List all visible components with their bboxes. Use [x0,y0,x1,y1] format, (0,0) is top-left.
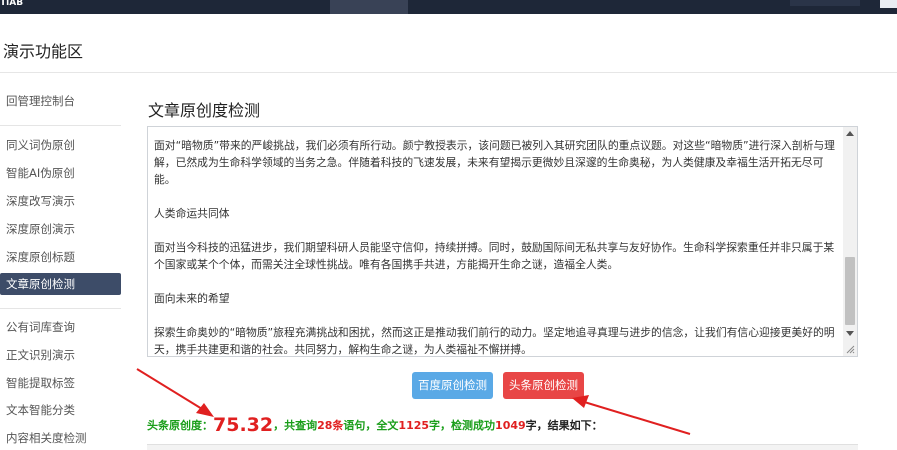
article-textarea[interactable]: 面对“暗物质”带来的严峻挑战，我们必须有所行动。颜宁教授表示，该问题已被列入其研… [147,126,858,357]
paragraph-heading: 人类命运共同体 [154,207,230,220]
sidebar-divider [0,308,121,309]
article-content[interactable]: 面对“暗物质”带来的严峻挑战，我们必须有所行动。颜宁教授表示，该问题已被列入其研… [154,137,840,356]
nav-right-button[interactable] [880,0,897,8]
sidebar-item-synonym-rewrite[interactable]: 同义词伪原创 [0,134,121,156]
toutiao-check-button[interactable]: 头条原创检测 [503,372,584,399]
result-text: 字，结果如下： [525,419,603,432]
sidebar-item-text-classification[interactable]: 文本智能分类 [0,399,121,421]
sidebar-item-ai-rewrite[interactable]: 智能AI伪原创 [0,162,121,184]
result-label: 头条原创度： [147,419,213,432]
top-nav-bar: TiAB [0,0,897,14]
sidebar-item-tag-extraction[interactable]: 智能提取标签 [0,372,121,394]
sidebar-item-public-lexicon[interactable]: 公有词库查询 [0,316,121,338]
resize-grip-icon[interactable] [846,345,855,354]
scrollbar-thumb[interactable] [845,257,855,325]
results-table-header [147,444,858,450]
query-count: 28条 [317,419,344,432]
paragraph-heading: 面向未来的希望 [154,292,230,305]
paragraph: 探索生命奥妙的“暗物质”旅程充满挑战和困扰，然而这正是推动我们前行的动力。坚定地… [154,326,835,356]
sidebar-item-deep-original[interactable]: 深度原创演示 [0,218,121,240]
originality-score: 75.32 [213,414,274,436]
paragraph: 面对当今科技的迅猛进步，我们期望科研人员能坚守信仰，持续拼搏。同时，鼓励国际间无… [154,241,835,271]
result-text: 语句，全文 [343,419,399,432]
sidebar-item-text-recognition[interactable]: 正文识别演示 [0,344,121,366]
result-text: ，共查询 [273,419,318,432]
sidebar-divider [0,125,121,126]
nav-item-active[interactable] [330,0,408,14]
result-text: 字，检测成功 [429,419,496,432]
arrow-annotation-left [136,368,214,417]
sidebar-item-deep-rewrite[interactable]: 深度改写演示 [0,190,121,212]
paragraph: 面对“暗物质”带来的严峻挑战，我们必须有所行动。颜宁教授表示，该问题已被列入其研… [154,139,835,186]
baidu-check-button[interactable]: 百度原创检测 [412,372,493,399]
sidebar-item-deep-title[interactable]: 深度原创标题 [0,246,121,268]
scroll-up-icon[interactable] [846,131,854,136]
sidebar-item-originality-check[interactable]: 文章原创检测 [0,273,121,295]
page-title: 文章原创度检测 [148,101,261,120]
textarea-scrollbar[interactable] [843,127,857,356]
area-divider [0,72,897,73]
area-title: 演示功能区 [3,42,84,61]
site-logo[interactable]: TiAB [0,0,34,8]
total-chars: 1125 [398,419,430,432]
scroll-down-icon[interactable] [846,331,854,336]
result-summary: 头条原创度：75.32，共查询28条语句，全文1125字，检测成功1049字，结… [147,412,603,436]
success-chars: 1049 [495,419,526,432]
sidebar-item-admin-console[interactable]: 回管理控制台 [0,90,121,112]
nav-user-menu[interactable] [790,0,860,6]
sidebar-item-relevance-check[interactable]: 内容相关度检测 [0,427,121,449]
